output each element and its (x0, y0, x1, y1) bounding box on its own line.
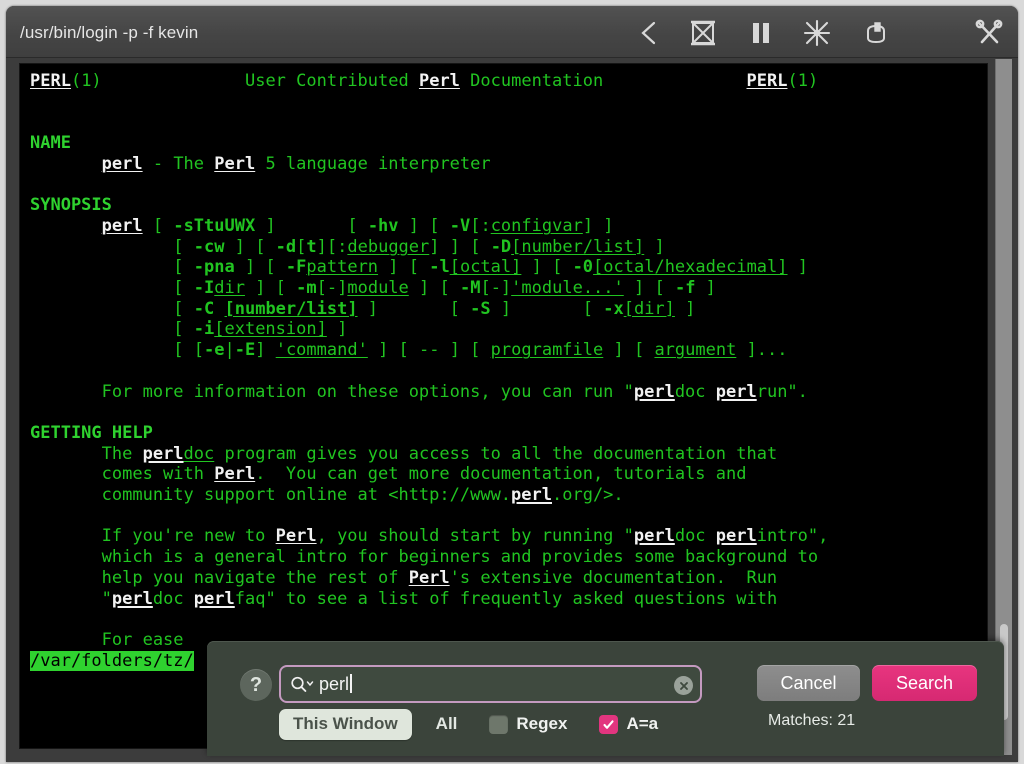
help-button[interactable]: ? (240, 669, 272, 701)
case-sensitive-checkbox-box[interactable] (599, 714, 619, 734)
search-input[interactable]: perl (279, 665, 702, 703)
search-query-text: perl (319, 673, 352, 695)
case-sensitive-checkbox-label: A=a (626, 714, 659, 733)
tools-wrench-hammer-icon[interactable] (974, 18, 1004, 48)
scope-all-button[interactable]: All (436, 714, 458, 734)
mouse-reporting-icon[interactable] (861, 18, 891, 48)
regex-checkbox[interactable]: Regex (489, 714, 567, 734)
window-title: /usr/bin/login -p -f kevin (20, 23, 199, 42)
case-sensitive-checkbox[interactable]: A=a (599, 714, 658, 734)
pause-icon[interactable] (746, 18, 776, 48)
no-broadcast-icon[interactable] (688, 18, 718, 48)
find-panel: ? perl Cancel Search This Window All Reg… (207, 641, 1004, 756)
search-button[interactable]: Search (872, 665, 977, 701)
regex-checkbox-label: Regex (516, 714, 568, 733)
matches-count: Matches: 21 (768, 712, 856, 729)
scope-this-window-button[interactable]: This Window (279, 708, 412, 740)
back-chevron-icon[interactable] (634, 18, 664, 48)
regex-checkbox-box[interactable] (489, 714, 509, 734)
clear-circle-x-icon[interactable] (674, 676, 693, 695)
man-page-content: PERL(1) User Contributed Perl Documentat… (30, 71, 829, 671)
search-options-row: This Window All Regex A=a (279, 708, 658, 740)
magnifier-chevron-icon[interactable] (290, 675, 314, 693)
text-caret (350, 673, 352, 693)
window-titlebar[interactable]: /usr/bin/login -p -f kevin (6, 6, 1018, 58)
desktop-background: /usr/bin/login -p -f kevin PERL(1) User … (0, 0, 1024, 764)
cancel-button[interactable]: Cancel (757, 665, 860, 701)
bell-off-starburst-icon[interactable] (802, 18, 832, 48)
